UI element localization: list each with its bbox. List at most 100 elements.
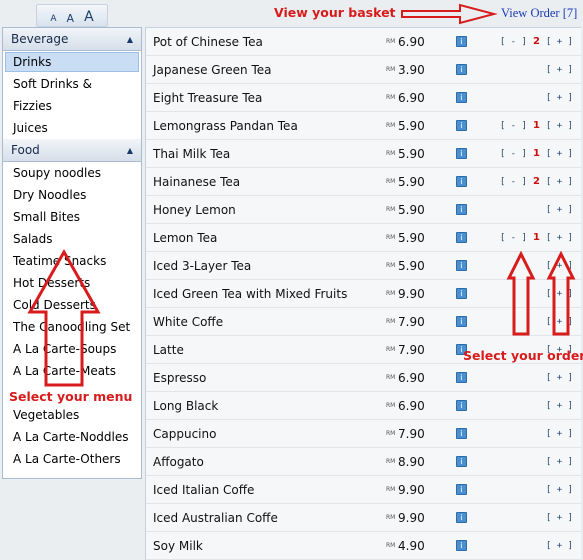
sidebar-item[interactable]: Drinks [5, 52, 139, 72]
increase-button[interactable]: [ + ] [546, 149, 573, 159]
menu-item-row: Iced 3-Layer Tea RM 5.90 i [ + ] [146, 252, 581, 280]
beverage-list: Drinks Soft Drinks & Fizzies Juices [3, 52, 141, 139]
item-price: 8.90 [398, 454, 425, 469]
info-icon[interactable]: i [456, 176, 467, 187]
font-large-button[interactable]: A [84, 10, 94, 24]
decrease-button[interactable]: [ - ] [500, 233, 527, 243]
increase-button[interactable]: [ + ] [546, 401, 573, 411]
item-price: 5.90 [398, 146, 425, 161]
menu-item-row: Lemon Tea RM 5.90 i [ - ] 1 [ + ] [146, 224, 581, 252]
item-name: Cappucino [153, 426, 217, 441]
increase-button[interactable]: [ + ] [546, 233, 573, 243]
quantity-value: 2 [532, 176, 540, 187]
item-name: Honey Lemon [153, 202, 236, 217]
increase-button[interactable]: [ + ] [546, 93, 573, 103]
item-name: Iced 3-Layer Tea [153, 258, 252, 273]
info-icon[interactable]: i [456, 204, 467, 215]
increase-button[interactable]: [ + ] [546, 485, 573, 495]
info-icon[interactable]: i [456, 288, 467, 299]
font-size-switcher: A A A [36, 4, 108, 27]
info-icon[interactable]: i [456, 260, 467, 271]
category-header-beverage[interactable]: Beverage ▲ [3, 28, 141, 51]
currency-label: RM [386, 318, 396, 325]
info-icon[interactable]: i [456, 428, 467, 439]
increase-button[interactable]: [ + ] [546, 541, 573, 551]
font-medium-button[interactable]: A [67, 13, 75, 24]
info-icon[interactable]: i [456, 148, 467, 159]
item-name: Latte [153, 342, 184, 357]
basket-annotation: View your basket [274, 5, 396, 20]
item-price: 5.90 [398, 258, 425, 273]
sidebar-item[interactable]: Soupy noodles [3, 162, 141, 184]
category-header-food[interactable]: Food ▲ [3, 139, 141, 162]
info-icon[interactable]: i [456, 400, 467, 411]
font-small-button[interactable]: A [50, 15, 56, 24]
currency-label: RM [386, 94, 396, 101]
increase-button[interactable]: [ + ] [546, 177, 573, 187]
increase-button[interactable]: [ + ] [546, 65, 573, 75]
sidebar-item[interactable]: Soft Drinks & Fizzies [3, 73, 113, 117]
increase-button[interactable]: [ + ] [546, 37, 573, 47]
increase-button[interactable]: [ + ] [546, 317, 573, 327]
sidebar-item[interactable]: Teatime Snacks [3, 250, 141, 272]
increase-button[interactable]: [ + ] [546, 429, 573, 439]
info-icon[interactable]: i [456, 92, 467, 103]
sidebar-item[interactable]: A La Carte-Noddles [3, 426, 141, 448]
menu-item-row: Soy Milk RM 4.90 i [ + ] [146, 532, 581, 560]
decrease-button[interactable]: [ - ] [500, 121, 527, 131]
sidebar-item[interactable]: Juices [3, 117, 141, 139]
increase-button[interactable]: [ + ] [546, 513, 573, 523]
collapse-arrow-icon[interactable]: ▲ [127, 146, 133, 155]
increase-button[interactable]: [ + ] [546, 121, 573, 131]
increase-button[interactable]: [ + ] [546, 261, 573, 271]
info-icon[interactable]: i [456, 484, 467, 495]
order-annotation: Select your order [463, 348, 583, 363]
currency-label: RM [386, 234, 396, 241]
menu-item-row: Thai Milk Tea RM 5.90 i [ - ] 1 [ + ] [146, 140, 581, 168]
info-icon[interactable]: i [456, 36, 467, 47]
item-price: 7.90 [398, 426, 425, 441]
sidebar-item[interactable]: A La Carte-Soups [3, 338, 141, 360]
increase-button[interactable]: [ + ] [546, 289, 573, 299]
quantity-controls: [ + ] [546, 205, 573, 215]
sidebar-item[interactable]: Small Bites [3, 206, 141, 228]
sidebar-item[interactable]: Vegetables [3, 404, 141, 426]
info-icon[interactable]: i [456, 372, 467, 383]
info-icon[interactable]: i [456, 64, 467, 75]
quantity-controls: [ + ] [546, 65, 573, 75]
increase-button[interactable]: [ + ] [546, 205, 573, 215]
quantity-controls: [ + ] [546, 429, 573, 439]
info-icon[interactable]: i [456, 540, 467, 551]
currency-label: RM [386, 542, 396, 549]
sidebar-item[interactable]: The Canoodling Set [3, 316, 141, 338]
info-icon[interactable]: i [456, 456, 467, 467]
increase-button[interactable]: [ + ] [546, 457, 573, 467]
item-price: 9.90 [398, 510, 425, 525]
decrease-button[interactable]: [ - ] [500, 37, 527, 47]
currency-label: RM [386, 458, 396, 465]
menu-item-row: Honey Lemon RM 5.90 i [ + ] [146, 196, 581, 224]
menu-item-row: Lemongrass Pandan Tea RM 5.90 i [ - ] 1 [ + ] [146, 112, 581, 140]
info-icon[interactable]: i [456, 316, 467, 327]
item-price: 6.90 [398, 370, 425, 385]
quantity-value: 1 [532, 120, 540, 131]
info-icon[interactable]: i [456, 232, 467, 243]
item-price: 6.90 [398, 34, 425, 49]
decrease-button[interactable]: [ - ] [500, 177, 527, 187]
collapse-arrow-icon[interactable]: ▲ [127, 35, 133, 44]
quantity-controls: [ + ] [546, 289, 573, 299]
basket-arrow-icon [401, 3, 498, 25]
sidebar-item[interactable]: A La Carte-Others [3, 448, 141, 470]
sidebar-item[interactable]: Hot Desserts [3, 272, 141, 294]
view-order-link[interactable]: View Order [7] [501, 6, 577, 21]
sidebar-item[interactable]: Salads [3, 228, 141, 250]
info-icon[interactable]: i [456, 120, 467, 131]
decrease-button[interactable]: [ - ] [500, 149, 527, 159]
item-price: 5.90 [398, 118, 425, 133]
menu-item-row: Japanese Green Tea RM 3.90 i [ + ] [146, 56, 581, 84]
info-icon[interactable]: i [456, 512, 467, 523]
sidebar-item[interactable]: Cold Desserts [3, 294, 141, 316]
sidebar-item[interactable]: Dry Noodles [3, 184, 141, 206]
increase-button[interactable]: [ + ] [546, 373, 573, 383]
sidebar-item[interactable]: A La Carte-Meats [3, 360, 141, 382]
